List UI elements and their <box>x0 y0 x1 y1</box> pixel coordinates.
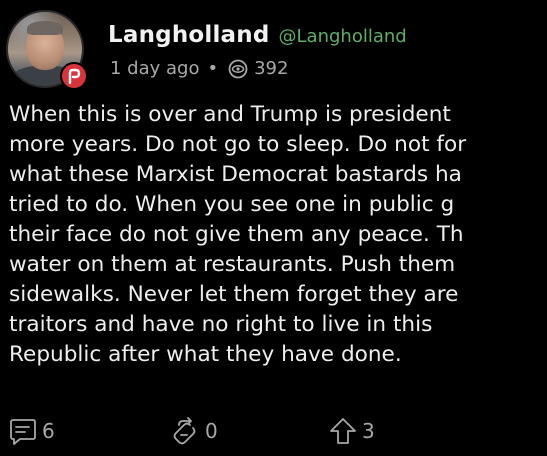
author-display-name[interactable]: Langholland <box>108 22 270 48</box>
post-body-line: When this is over and Trump is president <box>9 102 451 127</box>
post-body-line: tried to do. When you see one in public … <box>9 192 455 217</box>
post-body-line: their face do not give them any peace. T… <box>9 222 464 247</box>
post-actions-bar: 6 0 3 <box>6 416 547 448</box>
comment-count: 6 <box>42 419 55 443</box>
upvote-icon <box>328 416 358 446</box>
post-body: When this is over and Trump is president… <box>9 100 547 370</box>
post-body-line: what these Marxist Democrat bastards ha <box>9 162 462 187</box>
comment-icon <box>8 416 38 446</box>
comment-button[interactable]: 6 <box>8 416 55 446</box>
avatar-hair <box>27 21 63 35</box>
post-meta: 1 day ago • 392 <box>110 58 288 79</box>
post-body-line: traitors and have no right to live in th… <box>9 312 433 337</box>
view-count: 392 <box>254 58 289 79</box>
parler-logo-icon <box>68 68 81 84</box>
upvote-button[interactable]: 3 <box>328 416 375 446</box>
post-body-line: water on them at restaurants. Push them <box>9 252 456 277</box>
post-body-line: more years. Do not go to sleep. Do not f… <box>9 132 467 157</box>
repost-button[interactable]: 0 <box>171 416 218 446</box>
parler-badge-icon <box>60 62 88 90</box>
meta-separator: • <box>207 58 219 79</box>
repost-icon <box>171 416 201 446</box>
post-header: Langholland @Langholland <box>108 22 407 48</box>
post-body-line: sidewalks. Never let them forget they ar… <box>9 282 459 307</box>
eye-icon <box>226 59 250 79</box>
upvote-count: 3 <box>362 419 375 443</box>
author-handle[interactable]: @Langholland <box>279 26 407 47</box>
post-card: Langholland @Langholland 1 day ago • 392… <box>0 0 547 456</box>
post-timestamp: 1 day ago <box>110 58 200 79</box>
post-body-line: Republic after what they have done. <box>9 342 402 367</box>
avatar-container[interactable] <box>6 10 88 90</box>
repost-count: 0 <box>205 419 218 443</box>
